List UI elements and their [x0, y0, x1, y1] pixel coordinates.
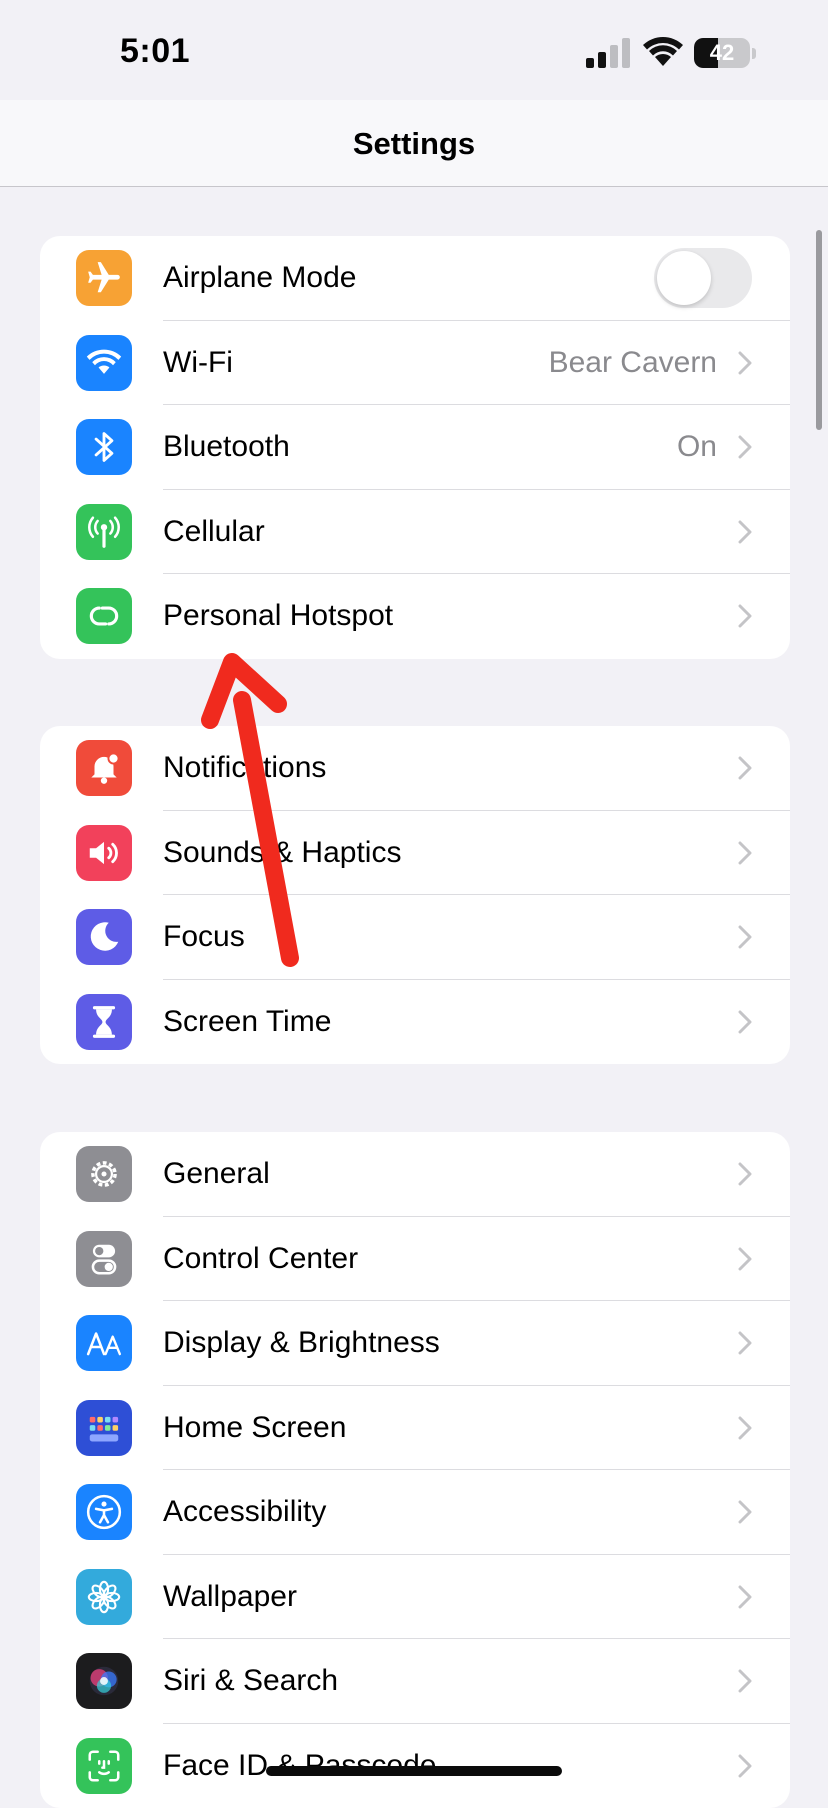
row-label: Display & Brightness — [163, 1301, 440, 1386]
row-label: Focus — [163, 895, 245, 980]
chevron-right-icon — [738, 1669, 752, 1693]
flower-icon — [76, 1569, 132, 1625]
row-label: Cellular — [163, 490, 265, 575]
status-time: 5:01 — [120, 32, 190, 71]
airplane-mode-toggle[interactable] — [654, 248, 752, 308]
row-label: Control Center — [163, 1217, 358, 1302]
hotspot-icon — [76, 588, 132, 644]
scroll-indicator[interactable] — [816, 230, 822, 430]
row-label: Airplane Mode — [163, 236, 356, 321]
general-group: General Control Center Display & Brightn… — [40, 1132, 790, 1808]
airplane-icon — [76, 250, 132, 306]
chevron-right-icon — [738, 756, 752, 780]
row-label: General — [163, 1132, 270, 1217]
settings-row-control-center[interactable]: Control Center — [40, 1217, 790, 1302]
page-title: Settings — [0, 126, 828, 162]
settings-row-screen-time[interactable]: Screen Time — [40, 980, 790, 1065]
chevron-right-icon — [738, 1331, 752, 1355]
settings-row-general[interactable]: General — [40, 1132, 790, 1217]
chevron-right-icon — [738, 1754, 752, 1778]
home-indicator[interactable] — [266, 1766, 562, 1776]
chevron-right-icon — [738, 1247, 752, 1271]
navigation-bar: Settings — [0, 100, 828, 187]
row-label: Bluetooth — [163, 405, 290, 490]
moon-icon — [76, 909, 132, 965]
row-label: Home Screen — [163, 1386, 346, 1471]
settings-row-wifi[interactable]: Wi-Fi Bear Cavern — [40, 321, 790, 406]
text-size-icon — [76, 1315, 132, 1371]
wifi-network-value: Bear Cavern — [549, 321, 717, 406]
settings-row-accessibility[interactable]: Accessibility — [40, 1470, 790, 1555]
chevron-right-icon — [738, 1162, 752, 1186]
wifi-icon — [76, 335, 132, 391]
settings-row-siri-search[interactable]: Siri & Search — [40, 1639, 790, 1724]
row-label: Notifications — [163, 726, 326, 811]
settings-row-cellular[interactable]: Cellular — [40, 490, 790, 575]
chevron-right-icon — [738, 520, 752, 544]
settings-row-notifications[interactable]: Notifications — [40, 726, 790, 811]
row-label: Wi-Fi — [163, 321, 233, 406]
wifi-status-icon — [642, 36, 684, 68]
settings-row-sounds-haptics[interactable]: Sounds & Haptics — [40, 811, 790, 896]
status-bar: 5:01 42 — [0, 0, 828, 100]
battery-icon: 42 — [694, 38, 756, 70]
chevron-right-icon — [738, 351, 752, 375]
chevron-right-icon — [738, 925, 752, 949]
row-label: Accessibility — [163, 1470, 326, 1555]
speaker-icon — [76, 825, 132, 881]
face-id-icon — [76, 1738, 132, 1794]
row-label: Personal Hotspot — [163, 574, 393, 659]
settings-row-wallpaper[interactable]: Wallpaper — [40, 1555, 790, 1640]
switches-icon — [76, 1231, 132, 1287]
chevron-right-icon — [738, 604, 752, 628]
chevron-right-icon — [738, 1500, 752, 1524]
chevron-right-icon — [738, 841, 752, 865]
settings-row-display-brightness[interactable]: Display & Brightness — [40, 1301, 790, 1386]
settings-row-airplane-mode[interactable]: Airplane Mode — [40, 236, 790, 321]
accessibility-icon — [76, 1484, 132, 1540]
settings-row-home-screen[interactable]: Home Screen — [40, 1386, 790, 1471]
cellular-antenna-icon — [76, 504, 132, 560]
row-label: Wallpaper — [163, 1555, 297, 1640]
bluetooth-status-value: On — [677, 405, 717, 490]
chevron-right-icon — [738, 435, 752, 459]
row-label: Screen Time — [163, 980, 331, 1065]
hourglass-icon — [76, 994, 132, 1050]
chevron-right-icon — [738, 1585, 752, 1609]
settings-row-focus[interactable]: Focus — [40, 895, 790, 980]
app-grid-icon — [76, 1400, 132, 1456]
chevron-right-icon — [738, 1010, 752, 1034]
notifications-bell-icon — [76, 740, 132, 796]
row-label: Siri & Search — [163, 1639, 338, 1724]
notifications-group: Notifications Sounds & Haptics Focus Scr… — [40, 726, 790, 1064]
chevron-right-icon — [738, 1416, 752, 1440]
bluetooth-icon — [76, 419, 132, 475]
row-label: Sounds & Haptics — [163, 811, 401, 896]
cellular-signal-icon — [586, 38, 630, 68]
settings-row-personal-hotspot[interactable]: Personal Hotspot — [40, 574, 790, 659]
siri-icon — [76, 1653, 132, 1709]
settings-row-bluetooth[interactable]: Bluetooth On — [40, 405, 790, 490]
gear-icon — [76, 1146, 132, 1202]
connectivity-group: Airplane Mode Wi-Fi Bear Cavern Bluetoot… — [40, 236, 790, 659]
battery-percentage: 42 — [694, 38, 750, 68]
